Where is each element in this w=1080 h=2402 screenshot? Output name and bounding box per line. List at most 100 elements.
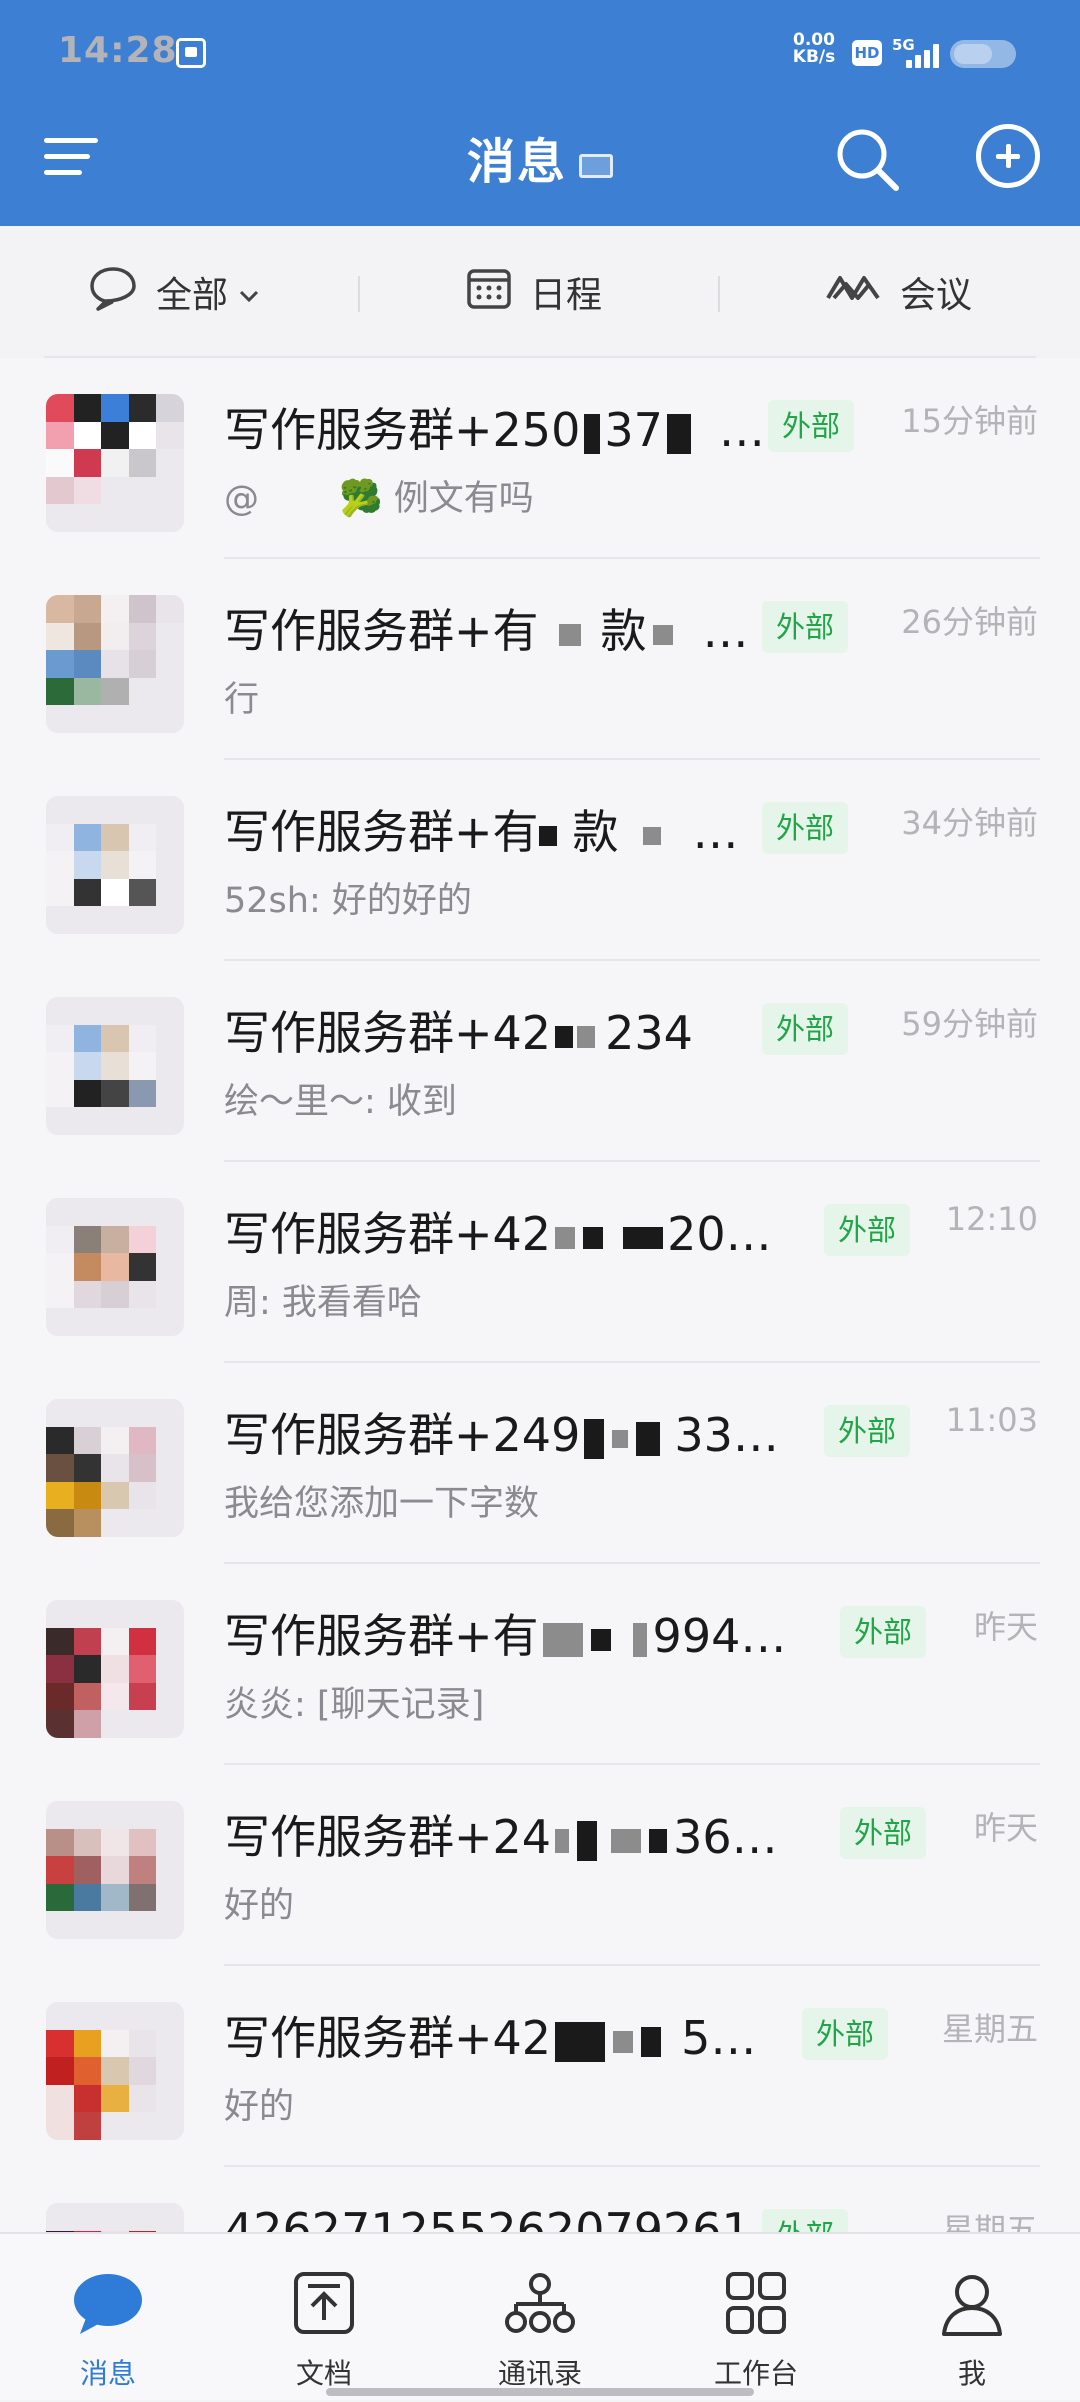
redaction xyxy=(632,1622,647,1657)
redaction xyxy=(623,1226,664,1249)
group-avatar xyxy=(46,997,184,1135)
conversation-name-ellipsis: … xyxy=(710,2011,757,2065)
preview-text: 例文有吗 xyxy=(393,479,534,519)
conversation-preview: 好的 xyxy=(224,2087,295,2127)
conversation-time: 昨天 xyxy=(973,1809,1038,1847)
signal-icon xyxy=(906,42,942,68)
conversation-preview: 炎炎: [聊天记录] xyxy=(224,1685,485,1725)
conversation-name-tail: 款 xyxy=(572,805,619,859)
conversation-name-text: 写作服务群+249 xyxy=(224,1408,581,1462)
filter-all[interactable]: 全部 xyxy=(88,266,260,318)
filter-schedule[interactable]: 日程 xyxy=(466,266,602,318)
conversation-time: 12:10 xyxy=(945,1200,1038,1238)
add-circle-icon[interactable] xyxy=(976,124,1040,188)
battery-icon xyxy=(950,40,1016,68)
nav-profile-label: 我 xyxy=(957,2357,986,2390)
page-title-text: 消息 xyxy=(466,134,567,190)
redaction xyxy=(652,624,673,645)
conversation-preview: 周: 我看看哈 xyxy=(224,1283,422,1323)
conversation-row[interactable]: 写作服务群+有 994… 外部 昨天 炎炎: [聊天记录] xyxy=(0,1564,1080,1765)
nav-contacts-label: 通讯录 xyxy=(497,2357,582,2390)
conversation-name-tail: 5 xyxy=(681,2011,711,2065)
bottom-nav: 消息 文档 通讯录 工作台 我 xyxy=(0,2232,1080,2400)
filter-meeting[interactable]: 会议 xyxy=(824,266,972,318)
nav-messages[interactable]: 消息 xyxy=(0,2234,216,2402)
conversation-name: 写作服务群+42 20… xyxy=(224,1198,772,1264)
conversation-name: 写作服务群+249 33… xyxy=(224,1399,779,1465)
conversation-row[interactable]: 写作服务群+249 33… 外部 11:03 我给您添加一下字数 xyxy=(0,1363,1080,1564)
conversation-name: 写作服务群+有 994… xyxy=(224,1600,786,1666)
filter-bar: 全部 日程 会议 xyxy=(0,226,1080,358)
conversation-preview: 行 xyxy=(224,680,260,720)
message-icon xyxy=(72,2272,144,2336)
external-tag: 外部 xyxy=(824,1204,911,1256)
workbench-icon xyxy=(720,2272,792,2336)
external-tag: 外部 xyxy=(762,1003,849,1055)
group-avatar xyxy=(46,1399,184,1537)
conversation-name: 写作服务群+42 5… xyxy=(224,2002,756,2068)
broccoli-emoji: 🥦 xyxy=(339,479,383,519)
meeting-icon xyxy=(824,270,882,315)
conversation-list: 写作服务群+250 37… 外部 15分钟前 @ 🥦 例文有吗 写作服务群+有款… … xyxy=(0,358,1080,2368)
conversation-preview: 好的 xyxy=(224,1886,295,1926)
chevron-down-icon xyxy=(238,272,260,313)
external-tag: 外部 xyxy=(840,1807,927,1859)
conversation-name-text: 写作服务群+有 xyxy=(224,1609,539,1663)
conversation-name: 写作服务群+42 234 xyxy=(224,997,693,1063)
redaction xyxy=(584,413,601,454)
group-avatar xyxy=(46,796,184,934)
divider xyxy=(718,276,720,312)
conversation-name: 写作服务群+250 37… xyxy=(224,394,764,460)
group-avatar xyxy=(46,1198,184,1336)
search-icon[interactable] xyxy=(832,124,902,194)
conversation-time: 11:03 xyxy=(945,1401,1038,1439)
redaction xyxy=(641,2026,662,2057)
redaction xyxy=(636,1421,661,1456)
conversation-row[interactable]: 写作服务群+有款 … 外部 34分钟前 52sh: 好的好的 xyxy=(0,760,1080,961)
conversation-name: 写作服务群+有款… xyxy=(224,595,749,661)
conversation-name-tail: 33 xyxy=(674,1408,733,1462)
contacts-icon xyxy=(504,2272,576,2336)
document-icon xyxy=(288,2272,360,2336)
home-indicator[interactable] xyxy=(326,2388,754,2396)
conversation-name-text: 写作服务群+42 xyxy=(224,2011,552,2065)
group-avatar xyxy=(46,2002,184,2140)
status-bar: 14:28 0.00 KB/s HD 5G xyxy=(0,0,1080,104)
external-tag: 外部 xyxy=(768,400,855,452)
group-avatar xyxy=(46,595,184,733)
conversation-row[interactable]: 写作服务群+有 款 … 外部 26分钟前 行 xyxy=(0,559,1080,760)
redaction xyxy=(642,826,661,845)
group-avatar xyxy=(46,394,184,532)
group-avatar xyxy=(46,1801,184,1939)
conversation-row[interactable]: 写作服务群+250 37 … 外部 15分钟前 @ 🥦 例文有吗 xyxy=(0,358,1080,559)
external-tag: 外部 xyxy=(840,1606,927,1658)
redaction xyxy=(558,623,581,646)
redaction xyxy=(577,1025,596,1048)
conversation-time: 26分钟前 xyxy=(901,603,1038,641)
conversation-row[interactable]: 写作服务群+42 5… 外部 星期五 好的 xyxy=(0,1966,1080,2167)
redaction xyxy=(613,2030,634,2053)
nav-documents[interactable]: 文档 xyxy=(216,2234,432,2402)
conversation-time: 34分钟前 xyxy=(901,804,1038,842)
redaction xyxy=(538,825,557,846)
nav-contacts[interactable]: 通讯录 xyxy=(432,2234,648,2402)
conversation-name-tail: 37 xyxy=(604,403,663,457)
conversation-name-ellipsis: … xyxy=(725,1207,772,1261)
redaction xyxy=(590,1628,611,1651)
conversation-row[interactable]: 写作服务群+42 234 外部 59分钟前 绘～里～: 收到 xyxy=(0,961,1080,1162)
redaction xyxy=(583,1226,604,1249)
external-tag: 外部 xyxy=(762,802,849,854)
conversation-row[interactable]: 写作服务群+24 36… 外部 昨天 好的 xyxy=(0,1765,1080,1966)
conversation-preview: @ 🥦 例文有吗 xyxy=(224,470,534,521)
conversation-name: 写作服务群+24 36… xyxy=(224,1801,778,1867)
conversation-row[interactable]: 写作服务群+42 20… 外部 12:10 周: 我看看哈 xyxy=(0,1162,1080,1363)
redaction xyxy=(649,1828,668,1853)
nav-workbench[interactable]: 工作台 xyxy=(648,2234,864,2402)
conversation-name: 写作服务群+有款… xyxy=(224,796,739,862)
conversation-time: 昨天 xyxy=(973,1608,1038,1646)
redaction xyxy=(555,1226,576,1249)
redaction xyxy=(555,2021,606,2062)
nav-profile[interactable]: 我 xyxy=(864,2234,1080,2402)
conversation-name-tail: 994 xyxy=(652,1609,741,1663)
desktop-icon xyxy=(579,154,613,178)
